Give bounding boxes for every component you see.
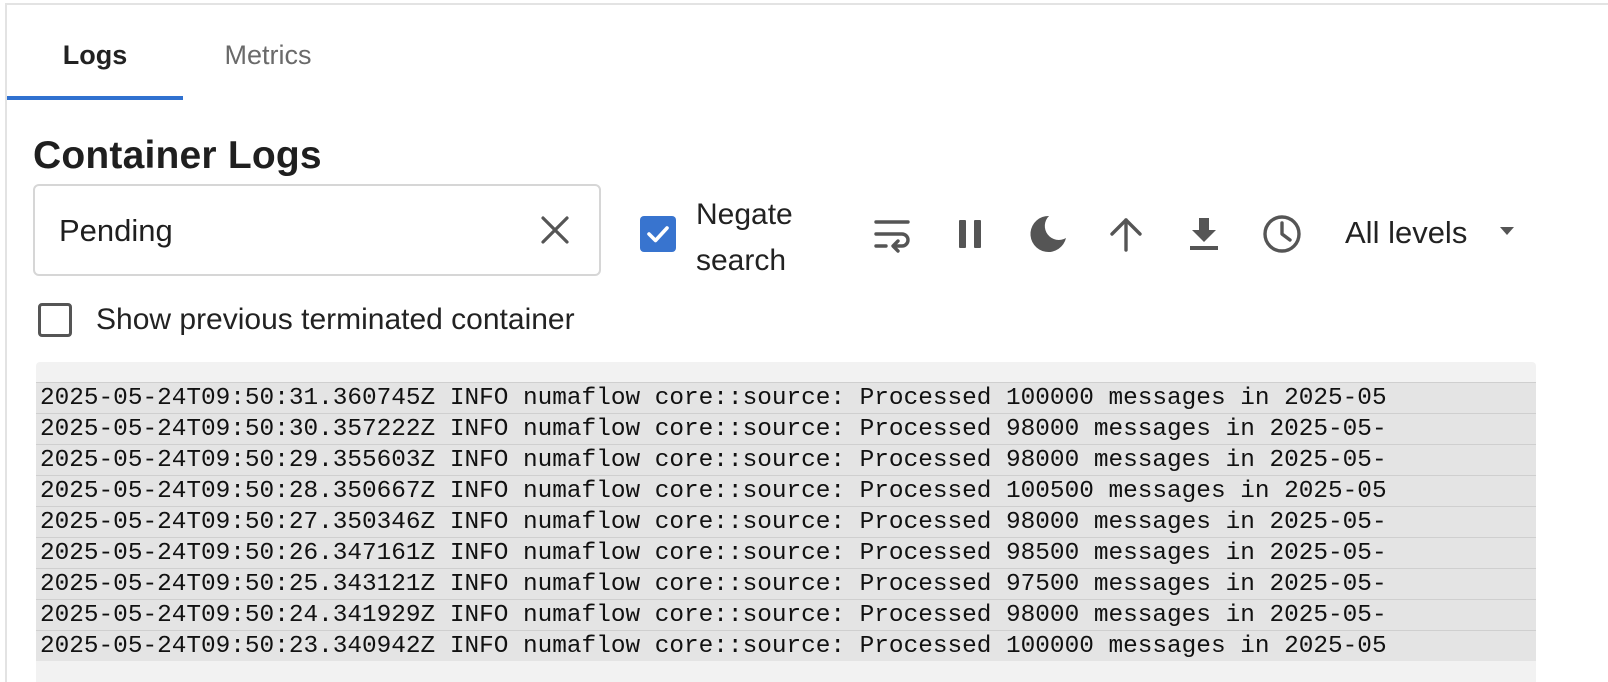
tab-metrics[interactable]: Metrics <box>183 5 353 100</box>
log-line: 2025-05-24T09:50:31.360745Z INFO numaflo… <box>36 382 1536 413</box>
log-line: 2025-05-24T09:50:23.340942Z INFO numaflo… <box>36 630 1536 661</box>
log-level-select[interactable]: All levels <box>1345 211 1535 257</box>
show-previous-label: Show previous terminated container <box>96 303 575 336</box>
pause-icon <box>959 220 981 248</box>
time-icon <box>1263 215 1301 253</box>
search-input[interactable] <box>57 208 521 254</box>
log-line: 2025-05-24T09:50:28.350667Z INFO numaflo… <box>36 475 1536 506</box>
log-line: 2025-05-24T09:50:25.343121Z INFO numaflo… <box>36 568 1536 599</box>
tab-logs[interactable]: Logs <box>7 5 183 100</box>
page-title: Container Logs <box>33 134 322 177</box>
close-icon <box>541 216 569 244</box>
pause-button[interactable] <box>948 212 992 256</box>
dark-mode-icon <box>1030 215 1066 252</box>
checkmark-icon <box>647 226 669 243</box>
log-lines: 2025-05-24T09:50:31.360745Z INFO numaflo… <box>36 382 1536 661</box>
wrap-lines-button[interactable] <box>870 212 914 256</box>
negate-search-checkbox[interactable] <box>640 216 676 252</box>
search-field[interactable] <box>33 184 601 276</box>
active-tab-indicator <box>7 96 183 100</box>
dark-mode-button[interactable] <box>1026 212 1070 256</box>
download-button[interactable] <box>1182 212 1226 256</box>
log-output[interactable]: 2025-05-24T09:50:31.360745Z INFO numaflo… <box>36 362 1536 682</box>
download-icon <box>1190 218 1218 250</box>
show-previous-checkbox[interactable] <box>38 303 72 337</box>
tab-bar: Logs Metrics <box>7 5 1608 100</box>
timestamps-button[interactable] <box>1260 212 1304 256</box>
log-line: 2025-05-24T09:50:24.341929Z INFO numaflo… <box>36 599 1536 630</box>
wrap-lines-icon <box>874 220 910 253</box>
log-line: 2025-05-24T09:50:26.347161Z INFO numaflo… <box>36 537 1536 568</box>
log-line: 2025-05-24T09:50:29.355603Z INFO numaflo… <box>36 444 1536 475</box>
scroll-to-top-icon <box>1110 218 1142 252</box>
log-level-value: All levels <box>1345 215 1468 250</box>
scroll-to-top-button[interactable] <box>1104 212 1148 256</box>
clear-search-button[interactable] <box>535 210 575 250</box>
caret-down-icon <box>1500 227 1514 235</box>
log-line: 2025-05-24T09:50:30.357222Z INFO numaflo… <box>36 413 1536 444</box>
log-line: 2025-05-24T09:50:27.350346Z INFO numaflo… <box>36 506 1536 537</box>
negate-search-label: Negate search <box>696 198 793 277</box>
